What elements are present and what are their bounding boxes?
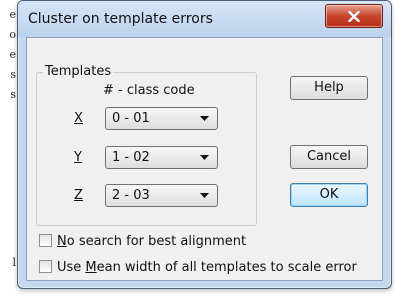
background-text-fragment: s bbox=[10, 88, 16, 101]
chevron-down-icon bbox=[200, 155, 209, 160]
mean-width-mnemonic: M bbox=[85, 260, 97, 275]
background-text-fragment: e bbox=[9, 48, 16, 61]
mean-width-option[interactable]: Use Mean width of all templates to scale… bbox=[39, 260, 357, 275]
template-z-select[interactable]: 2 - 03 bbox=[105, 184, 218, 207]
no-search-label: o search for best alignment bbox=[66, 234, 247, 249]
template-z-value: 2 - 03 bbox=[112, 188, 150, 203]
template-y-value: 1 - 02 bbox=[112, 150, 150, 165]
background-text-fragment: e bbox=[9, 8, 16, 21]
chevron-down-icon bbox=[200, 116, 209, 121]
background-text-fragment: l bbox=[12, 256, 16, 269]
chevron-down-icon bbox=[200, 193, 209, 198]
dialog-window: Cluster on template errors Templates # -… bbox=[17, 0, 392, 289]
title-bar[interactable]: Cluster on template errors bbox=[18, 1, 391, 37]
template-x-label: X bbox=[74, 111, 83, 126]
cancel-button[interactable]: Cancel bbox=[290, 145, 368, 169]
no-search-option[interactable]: No search for best alignment bbox=[39, 234, 246, 249]
help-button[interactable]: Help bbox=[290, 76, 368, 100]
template-x-value: 0 - 01 bbox=[112, 111, 150, 126]
no-search-mnemonic: N bbox=[57, 234, 67, 249]
background-text-fragment: o bbox=[9, 28, 16, 41]
template-z-label: Z bbox=[74, 188, 83, 203]
ok-button[interactable]: OK bbox=[290, 183, 368, 207]
no-search-checkbox[interactable] bbox=[39, 234, 52, 247]
template-x-select[interactable]: 0 - 01 bbox=[105, 107, 218, 130]
mean-width-label: ean width of all templates to scale erro… bbox=[96, 260, 357, 275]
dialog-title: Cluster on template errors bbox=[28, 11, 213, 27]
mean-width-checkbox[interactable] bbox=[39, 260, 52, 273]
dialog-body: Templates # - class code X 0 - 01 Y 1 - … bbox=[26, 37, 383, 281]
close-button[interactable] bbox=[325, 4, 383, 28]
template-y-select[interactable]: 1 - 02 bbox=[105, 146, 218, 169]
class-code-column-header: # - class code bbox=[103, 83, 195, 98]
background-text-fragment: s bbox=[10, 68, 16, 81]
mean-width-label-prefix: Use bbox=[57, 260, 86, 275]
close-icon bbox=[348, 10, 360, 22]
template-y-label: Y bbox=[74, 150, 82, 165]
templates-group-label: Templates bbox=[43, 64, 114, 79]
